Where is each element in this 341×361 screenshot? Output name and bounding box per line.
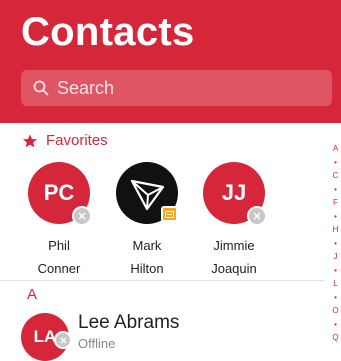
index-dot: • [334, 265, 337, 275]
favorites-label: Favorites [46, 132, 108, 149]
search-icon [33, 80, 49, 96]
favorite-first-name: Jimmie [213, 238, 255, 253]
divider [0, 280, 325, 281]
header: Contacts Search [0, 0, 341, 123]
away-status-icon [161, 206, 178, 222]
index-letter[interactable]: C [330, 169, 341, 183]
avatar-initials: LA [33, 327, 57, 346]
avatar-initials: PC [43, 180, 75, 205]
avatar-initials: JJ [221, 180, 247, 205]
index-dot: • [334, 319, 337, 329]
search-input[interactable]: Search [21, 70, 332, 106]
index-dot: • [334, 238, 337, 248]
avatar [116, 162, 178, 224]
index-letter[interactable]: Q [330, 331, 341, 345]
offline-status-icon [247, 206, 267, 226]
index-letter[interactable]: H [330, 223, 341, 237]
favorite-last-name: Joaquin [211, 261, 257, 276]
alphabet-index-bar[interactable]: A • C • F • H • J • L • O • Q [330, 142, 341, 344]
search-placeholder: Search [57, 78, 115, 98]
favorite-contact-jimmie-joaquin[interactable]: JJ Jimmie Joaquin [191, 162, 277, 280]
offline-status-icon [54, 331, 72, 349]
index-dot: • [334, 184, 337, 194]
index-letter[interactable]: F [330, 196, 341, 210]
favorite-contact-mark-hilton[interactable]: Mark Hilton [104, 162, 190, 280]
favorite-last-name: Hilton [130, 261, 164, 276]
index-letter[interactable]: J [330, 250, 341, 264]
star-icon [23, 133, 37, 147]
index-dot: • [334, 211, 337, 221]
favorite-last-name: Conner [37, 261, 81, 276]
avatar: PC [28, 162, 92, 226]
favorite-first-name: Mark [132, 238, 162, 253]
index-letter[interactable]: L [330, 277, 341, 291]
index-dot: • [334, 157, 337, 167]
index-letter[interactable]: O [330, 304, 341, 318]
contact-name: Lee Abrams [78, 312, 180, 333]
page-title: Contacts [21, 10, 195, 54]
index-letter[interactable]: A [330, 142, 341, 156]
avatar: LA [21, 313, 72, 361]
favorite-first-name: Phil [48, 238, 70, 253]
avatar: JJ [203, 162, 267, 226]
favorites-header: Favorites [22, 132, 108, 149]
index-dot: • [334, 292, 337, 302]
offline-status-icon [72, 206, 92, 226]
favorite-contact-phil-conner[interactable]: PC Phil Conner [16, 162, 102, 280]
section-header-a: A [27, 286, 38, 303]
